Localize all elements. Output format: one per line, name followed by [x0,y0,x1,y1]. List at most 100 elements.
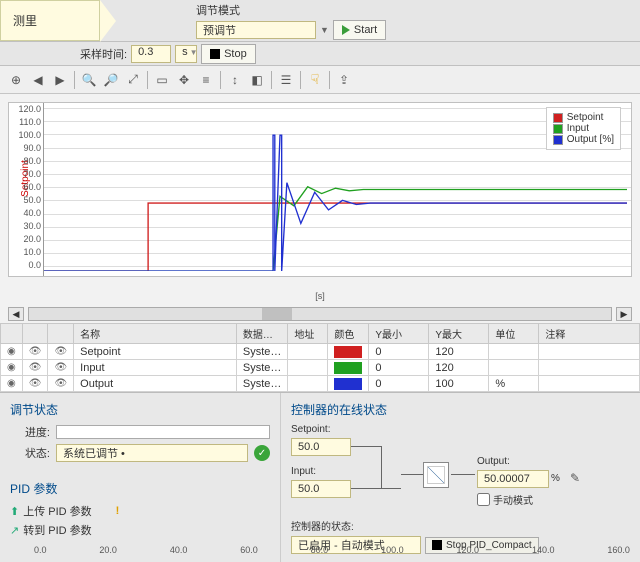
ctrl-state-label: 控制器的状态: [291,518,630,533]
status-value: 系统已调节 • [56,444,248,462]
sp-value[interactable]: 50.0 [291,438,351,456]
stop-icon [210,49,220,59]
chart-pane: Setpoint 120.0 110.0 100.0 90.0 80.0 70.… [0,94,640,323]
tool-back-icon[interactable]: ◀ [28,70,48,90]
out-value[interactable]: 50.00007 [477,470,549,488]
row-toggle1[interactable]: ◉ [1,344,23,360]
tool-zoomin-icon[interactable]: 🔍 [79,70,99,90]
tool-fwd-icon[interactable]: ▶ [50,70,70,90]
status-label: 状态: [10,445,50,461]
row-toggle2[interactable]: 👁 [22,344,48,360]
sample-unit-select[interactable]: s▼ [175,45,197,63]
xtick: 0.0 [34,545,47,555]
row-toggle2[interactable]: 👁 [22,360,48,376]
col-color[interactable]: 颜色 [328,324,369,344]
ytick: 30.0 [23,221,41,231]
ytick: 50.0 [23,195,41,205]
cell-ymax[interactable]: 120 [429,360,489,376]
tool-add-icon[interactable]: ⊕ [6,70,26,90]
tool-cursor-icon[interactable]: ↕ [225,70,245,90]
cell-color[interactable] [328,360,369,376]
row-toggle3[interactable]: 👁 [48,344,74,360]
tool-tag-icon[interactable]: ◧ [247,70,267,90]
cell-ymin[interactable]: 0 [369,344,429,360]
row-toggle1[interactable]: ◉ [1,360,23,376]
cell-ymin[interactable]: 0 [369,360,429,376]
cell-name: Input [74,360,237,376]
divider [220,71,221,89]
goto-icon: ↗ [10,524,19,537]
col-ymin[interactable]: Y最小 [369,324,429,344]
manual-mode-checkbox[interactable]: 手动模式 [477,492,533,507]
cell-name: Output [74,376,237,392]
cell-ymin[interactable]: 0 [369,376,429,392]
row-toggle3[interactable]: 👁 [48,376,74,392]
ytick: 60.0 [23,182,41,192]
col-comment[interactable]: 注释 [539,324,640,344]
ytick: 100.0 [18,130,41,140]
tool-select-icon[interactable]: ▭ [152,70,172,90]
row-toggle1[interactable]: ◉ [1,376,23,392]
scrollbar-thumb[interactable] [262,308,292,320]
col-unit[interactable]: 单位 [489,324,539,344]
cell-color[interactable] [328,344,369,360]
block-diagram: Setpoint: 50.0 Input: 50.0 Output: 50.00… [291,424,630,504]
tab-measure[interactable]: 测里 [0,0,100,41]
chart-toolbar: ⊕ ◀ ▶ 🔍 🔎 ⤢ ▭ ✥ ≡ ↕ ◧ ☰ ☟ ⇪ [0,66,640,94]
upload-pid-link[interactable]: ⬆ 上传 PID 参数 ! [10,503,270,519]
warn-icon: ! [116,505,120,517]
ytick: 40.0 [23,208,41,218]
sp-label: Setpoint: [291,424,330,435]
col-name[interactable]: 名称 [74,324,237,344]
in-value[interactable]: 50.0 [291,480,351,498]
divider [74,71,75,89]
col-ymax[interactable]: Y最大 [429,324,489,344]
row-toggle2[interactable]: 👁 [22,376,48,392]
start-button[interactable]: Start [333,20,386,40]
divider [271,71,272,89]
divider [147,71,148,89]
tool-export-icon[interactable]: ⇪ [334,70,354,90]
table-row[interactable]: ◉👁👁OutputSyste…0100% [1,376,640,392]
sample-time-input[interactable]: 0.3 [131,45,171,63]
ytick: 120.0 [18,104,41,114]
mode-label: 调节模式 [196,2,386,18]
cell-ymax[interactable]: 120 [429,344,489,360]
cell-cmt [539,360,640,376]
chart-canvas[interactable]: Setpoint 120.0 110.0 100.0 90.0 80.0 70.… [8,102,632,277]
signal-table: 名称 数据… 地址 颜色 Y最小 Y最大 单位 注释 ◉👁👁SetpointSy… [0,323,640,392]
table-row[interactable]: ◉👁👁InputSyste…0120 [1,360,640,376]
row-toggle3[interactable]: 👁 [48,360,74,376]
tool-zoomout-icon[interactable]: 🔎 [101,70,121,90]
col-datatype[interactable]: 数据… [236,324,288,344]
progress-label: 进度: [10,424,50,440]
ytick: 20.0 [23,234,41,244]
cell-ymax[interactable]: 100 [429,376,489,392]
cell-color[interactable] [328,376,369,392]
dropdown-icon[interactable]: ▼ [320,25,329,35]
cell-dt: Syste… [236,344,288,360]
xtick: 20.0 [99,545,117,555]
ytick: 110.0 [19,117,41,127]
tool-list-icon[interactable]: ☰ [276,70,296,90]
xtick: 40.0 [170,545,188,555]
stop-button[interactable]: Stop [201,44,256,64]
cell-unit: % [489,376,539,392]
scroll-left-button[interactable]: ◀ [8,307,24,321]
legend-item: Setpoint [553,112,614,123]
cell-name: Setpoint [74,344,237,360]
scroll-right-button[interactable]: ▶ [616,307,632,321]
tool-pan-icon[interactable]: ✥ [174,70,194,90]
ytick: 70.0 [23,169,41,179]
controller-block[interactable] [423,462,449,488]
table-row[interactable]: ◉👁👁SetpointSyste…0120 [1,344,640,360]
tool-hand-icon[interactable]: ☟ [305,70,325,90]
scrollbar[interactable] [28,307,612,321]
cell-addr [288,344,328,360]
col-address[interactable]: 地址 [288,324,328,344]
tool-fit-icon[interactable]: ⤢ [123,70,143,90]
output-edit-icon[interactable]: ✎ [565,468,585,488]
mode-select[interactable]: 预调节 [196,21,316,39]
goto-pid-link[interactable]: ↗ 转到 PID 参数 [10,522,270,538]
tool-ruler-icon[interactable]: ≡ [196,70,216,90]
